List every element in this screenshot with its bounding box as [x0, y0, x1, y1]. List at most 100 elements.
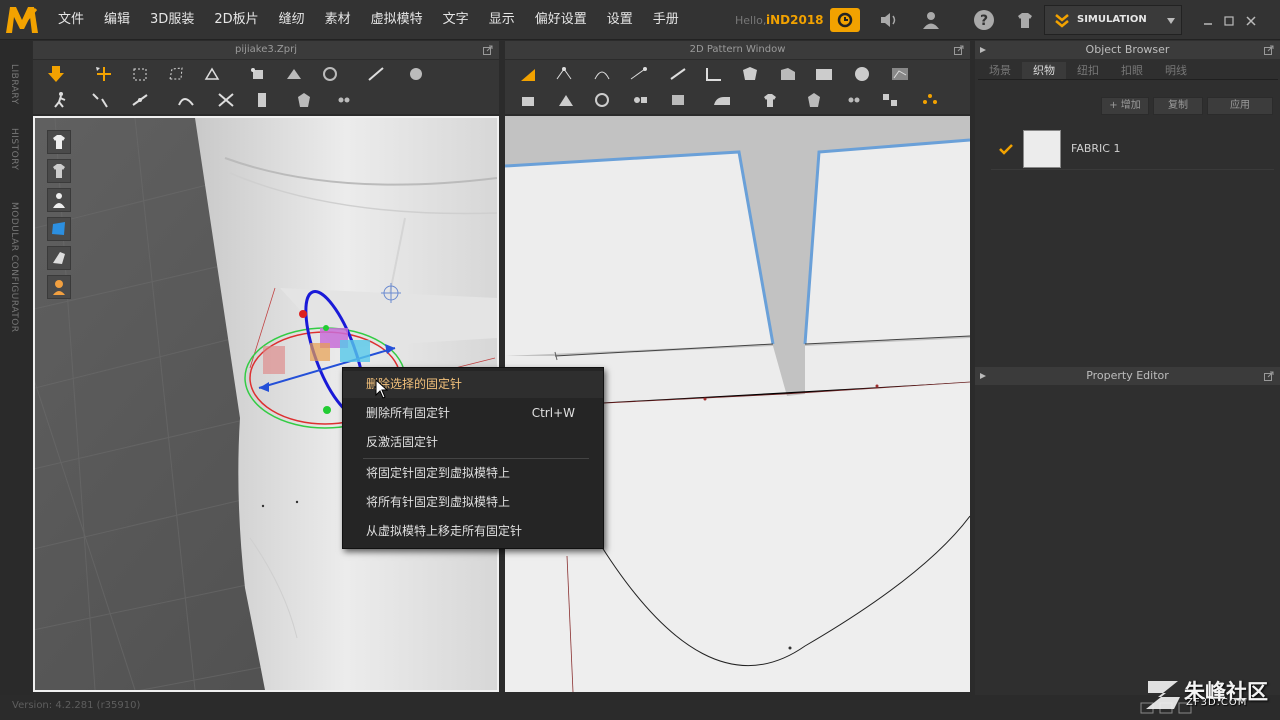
menu-edit[interactable]: 编辑 — [94, 0, 140, 40]
popout-icon[interactable] — [1264, 371, 1274, 381]
view-mesh-button[interactable] — [47, 246, 71, 270]
menu-manual[interactable]: 手册 — [643, 0, 689, 40]
tool-2d-button[interactable] — [801, 88, 827, 112]
view-skin-button[interactable] — [47, 275, 71, 299]
caret-down-icon[interactable] — [1166, 17, 1176, 25]
tool-2d-buttonhole[interactable] — [841, 88, 867, 112]
menu-file[interactable]: 文件 — [48, 0, 94, 40]
tool-2d-fold[interactable] — [665, 88, 691, 112]
tab-buttonholes[interactable]: 扣眼 — [1110, 62, 1154, 79]
tool-2d-pin[interactable] — [917, 88, 943, 112]
tool-2d-tack[interactable] — [627, 88, 653, 112]
view-texture-button[interactable] — [47, 217, 71, 241]
tool-pin-box[interactable] — [281, 62, 307, 86]
menu-sewing[interactable]: 缝纫 — [269, 0, 315, 40]
tool-pin[interactable] — [245, 62, 271, 86]
minimize-button[interactable] — [1200, 13, 1216, 29]
menu-preferences[interactable]: 偏好设置 — [525, 0, 597, 40]
arrangement-icon — [92, 93, 108, 108]
add-fabric-button[interactable]: + 增加 — [1101, 97, 1149, 115]
tab-modular-configurator[interactable]: MODULAR CONFIGURATOR — [9, 202, 19, 333]
tool-2d-rectangle[interactable] — [701, 62, 727, 86]
tool-avatar-pose[interactable] — [47, 88, 73, 112]
tool-measure[interactable] — [363, 62, 389, 86]
panel-2d-title-text: 2D Pattern Window — [689, 44, 786, 55]
tool-buttonhole[interactable] — [331, 88, 357, 112]
menu-2d-pattern[interactable]: 2D板片 — [204, 0, 268, 40]
tool-arrangement-point[interactable] — [127, 88, 153, 112]
popout-icon[interactable] — [1264, 45, 1274, 55]
user-button[interactable] — [918, 8, 944, 32]
popout-icon[interactable] — [954, 45, 964, 55]
cloud-button[interactable] — [830, 8, 860, 32]
tool-2d-polygon[interactable] — [665, 62, 691, 86]
tool-2d-box[interactable] — [811, 62, 837, 86]
close-window-button[interactable] — [1243, 13, 1259, 29]
tool-segment-sewing[interactable] — [173, 88, 199, 112]
app-logo-icon[interactable] — [4, 3, 40, 37]
tool-lasso[interactable] — [163, 62, 189, 86]
menu-pin-to-avatar[interactable]: 将固定针固定到虚拟模特上 — [343, 460, 603, 487]
tool-2d-curve-point[interactable] — [589, 62, 615, 86]
garment-button[interactable] — [1012, 8, 1038, 32]
menu-deactivate-pins[interactable]: 反激活固定针 — [343, 429, 603, 456]
tab-topstitch[interactable]: 明线 — [1154, 62, 1198, 79]
tool-arrow-down[interactable] — [43, 62, 69, 86]
tool-2d-checker[interactable] — [877, 88, 903, 112]
tool-fold[interactable] — [199, 62, 225, 86]
tab-library[interactable]: LIBRARY — [9, 64, 19, 105]
menu-pin-all-to-avatar[interactable]: 将所有针固定到虚拟模特上 — [343, 489, 603, 516]
sound-button[interactable] — [876, 8, 902, 32]
view-avatar-button[interactable] — [47, 188, 71, 212]
tool-2d-segment-sewing[interactable] — [515, 88, 541, 112]
tool-2d-iron[interactable] — [709, 88, 735, 112]
iron-icon — [714, 97, 730, 105]
help-button[interactable]: ? — [971, 8, 997, 32]
tool-2d-internal[interactable] — [737, 62, 763, 86]
tool-select-box[interactable] — [127, 62, 153, 86]
fabric-swatch — [1023, 130, 1061, 168]
tool-2d-check-sewing[interactable] — [589, 88, 615, 112]
tool-texture[interactable] — [403, 62, 429, 86]
tool-2d-dart[interactable] — [775, 62, 801, 86]
tool-2d-garment[interactable] — [757, 88, 783, 112]
menu-text[interactable]: 文字 — [433, 0, 479, 40]
tool-free-sewing[interactable] — [213, 88, 239, 112]
simulation-toggle[interactable]: SIMULATION — [1044, 5, 1182, 35]
maximize-button[interactable] — [1221, 13, 1237, 29]
tab-buttons[interactable]: 纽扣 — [1066, 62, 1110, 79]
menu-settings[interactable]: 设置 — [597, 0, 643, 40]
popout-icon[interactable] — [483, 45, 493, 55]
menu-display[interactable]: 显示 — [479, 0, 525, 40]
expand-arrow-icon[interactable] — [979, 372, 987, 380]
tool-pin-lasso[interactable] — [317, 62, 343, 86]
trace-icon — [892, 68, 908, 80]
tool-2d-free-sewing[interactable] — [553, 88, 579, 112]
tool-2d-transform[interactable] — [515, 62, 541, 86]
tool-2d-trace[interactable] — [887, 62, 913, 86]
copy-fabric-button[interactable]: 复制 — [1153, 97, 1203, 115]
tool-zipper[interactable] — [249, 88, 275, 112]
tab-fabric[interactable]: 织物 — [1022, 62, 1066, 79]
expand-arrow-icon[interactable] — [979, 46, 987, 54]
tool-select-move[interactable] — [91, 62, 117, 86]
tool-2d-circle[interactable] — [849, 62, 875, 86]
tool-2d-edit-point[interactable] — [551, 62, 577, 86]
free-sewing-icon — [218, 93, 234, 107]
menu-materials[interactable]: 素材 — [315, 0, 361, 40]
view-back-button[interactable] — [47, 159, 71, 183]
apply-fabric-button[interactable]: 应用 — [1207, 97, 1273, 115]
menu-avatar[interactable]: 虚拟模特 — [361, 0, 433, 40]
tab-scene[interactable]: 场景 — [978, 62, 1022, 79]
menu-remove-all-pins-from-avatar[interactable]: 从虚拟模特上移走所有固定针 — [343, 518, 603, 545]
fabric-list-item[interactable]: FABRIC 1 — [991, 128, 1274, 170]
menu-delete-all-pins[interactable]: 删除所有固定针 Ctrl+W — [343, 400, 603, 427]
tab-history[interactable]: HISTORY — [9, 128, 19, 170]
view-front-button[interactable] — [47, 130, 71, 154]
tool-button[interactable] — [291, 88, 317, 112]
button-attach-icon — [808, 93, 820, 107]
tool-arrangement[interactable] — [87, 88, 113, 112]
menu-3d-garment[interactable]: 3D服装 — [140, 0, 204, 40]
tool-2d-add-point[interactable] — [625, 62, 651, 86]
zipper-icon — [258, 93, 266, 107]
